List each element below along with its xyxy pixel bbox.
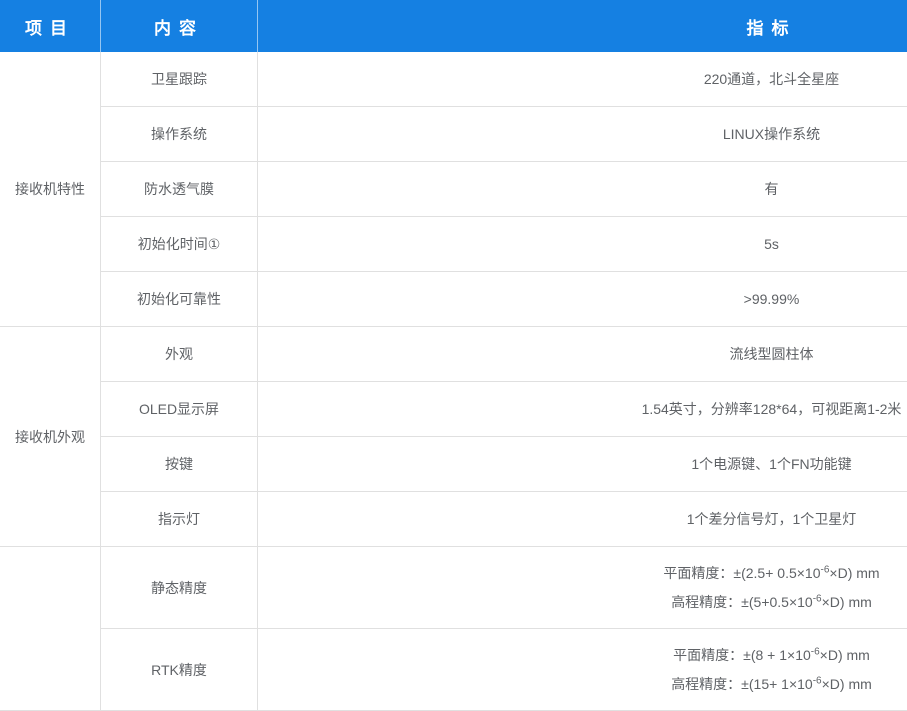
spec-name: 操作系统	[100, 107, 257, 162]
spec-name: 防水透气膜	[100, 162, 257, 217]
spec-value: 流线型圆柱体	[257, 327, 907, 382]
table-row: 操作系统 LINUX操作系统	[0, 107, 907, 162]
spec-name: 外观	[100, 327, 257, 382]
spec-value: 平面精度：±(2.5+ 0.5×10-6×D) mm 高程精度：±(5+0.5×…	[257, 547, 907, 629]
value-text: ×D) mm	[829, 565, 879, 581]
spec-value: 有	[257, 162, 907, 217]
value-text: 高程精度：±(5+0.5×10	[671, 594, 813, 610]
col-header-spec: 指标	[257, 0, 907, 52]
spec-value: 220通道，北斗全星座	[257, 52, 907, 107]
value-text: 平面精度：±(2.5+ 0.5×10	[663, 565, 820, 581]
table-row: 按键 1个电源键、1个FN功能键	[0, 437, 907, 492]
superscript: -6	[813, 593, 822, 604]
spec-value: 5s	[257, 217, 907, 272]
value-line: 高程精度：±(5+0.5×10-6×D) mm	[258, 588, 907, 617]
table-row: 接收机特性 卫星跟踪 220通道，北斗全星座	[0, 52, 907, 107]
col-header-content: 内容	[100, 0, 257, 52]
group-label-receiver-features: 接收机特性	[0, 52, 100, 327]
spec-value: >99.99%	[257, 272, 907, 327]
superscript: -6	[811, 646, 820, 657]
spec-name: OLED显示屏	[100, 382, 257, 437]
table-row: OLED显示屏 1.54英寸，分辨率128*64，可视距离1-2米	[0, 382, 907, 437]
spec-value: LINUX操作系统	[257, 107, 907, 162]
group-label-accuracy	[0, 547, 100, 711]
table-row: 防水透气膜 有	[0, 162, 907, 217]
table-row: 接收机外观 外观 流线型圆柱体	[0, 327, 907, 382]
header-row: 项目 内容 指标	[0, 0, 907, 52]
page: 项目 内容 指标 接收机特性 卫星跟踪 220通道，北斗全星座 操作系统 LIN…	[0, 0, 907, 711]
spec-name: 指示灯	[100, 492, 257, 547]
superscript: -6	[813, 675, 822, 686]
spec-value: 1个差分信号灯，1个卫星灯	[257, 492, 907, 547]
spec-name: 卫星跟踪	[100, 52, 257, 107]
spec-name: 静态精度	[100, 547, 257, 629]
spec-value: 1.54英寸，分辨率128*64，可视距离1-2米	[257, 382, 907, 437]
table-row: 指示灯 1个差分信号灯，1个卫星灯	[0, 492, 907, 547]
value-line: 平面精度：±(8 + 1×10-6×D) mm	[258, 641, 907, 670]
spec-name: 按键	[100, 437, 257, 492]
spec-name: 初始化可靠性	[100, 272, 257, 327]
spec-name: 初始化时间①	[100, 217, 257, 272]
spec-value: 平面精度：±(8 + 1×10-6×D) mm 高程精度：±(15+ 1×10-…	[257, 629, 907, 711]
value-text: ×D) mm	[822, 676, 872, 692]
value-text: 高程精度：±(15+ 1×10	[671, 676, 813, 692]
table-header: 项目 内容 指标	[0, 0, 907, 52]
table-row: RTK精度 平面精度：±(8 + 1×10-6×D) mm 高程精度：±(15+…	[0, 629, 907, 711]
spec-name: RTK精度	[100, 629, 257, 711]
value-text: ×D) mm	[820, 647, 870, 663]
value-line: 高程精度：±(15+ 1×10-6×D) mm	[258, 670, 907, 699]
table-row: 初始化可靠性 >99.99%	[0, 272, 907, 327]
table-row: 初始化时间① 5s	[0, 217, 907, 272]
spec-value: 1个电源键、1个FN功能键	[257, 437, 907, 492]
value-text: 平面精度：±(8 + 1×10	[673, 647, 811, 663]
value-line: 平面精度：±(2.5+ 0.5×10-6×D) mm	[258, 559, 907, 588]
value-text: ×D) mm	[822, 594, 872, 610]
table-row: 静态精度 平面精度：±(2.5+ 0.5×10-6×D) mm 高程精度：±(5…	[0, 547, 907, 629]
col-header-item: 项目	[0, 0, 100, 52]
spec-table: 项目 内容 指标 接收机特性 卫星跟踪 220通道，北斗全星座 操作系统 LIN…	[0, 0, 907, 711]
group-label-receiver-appearance: 接收机外观	[0, 327, 100, 547]
